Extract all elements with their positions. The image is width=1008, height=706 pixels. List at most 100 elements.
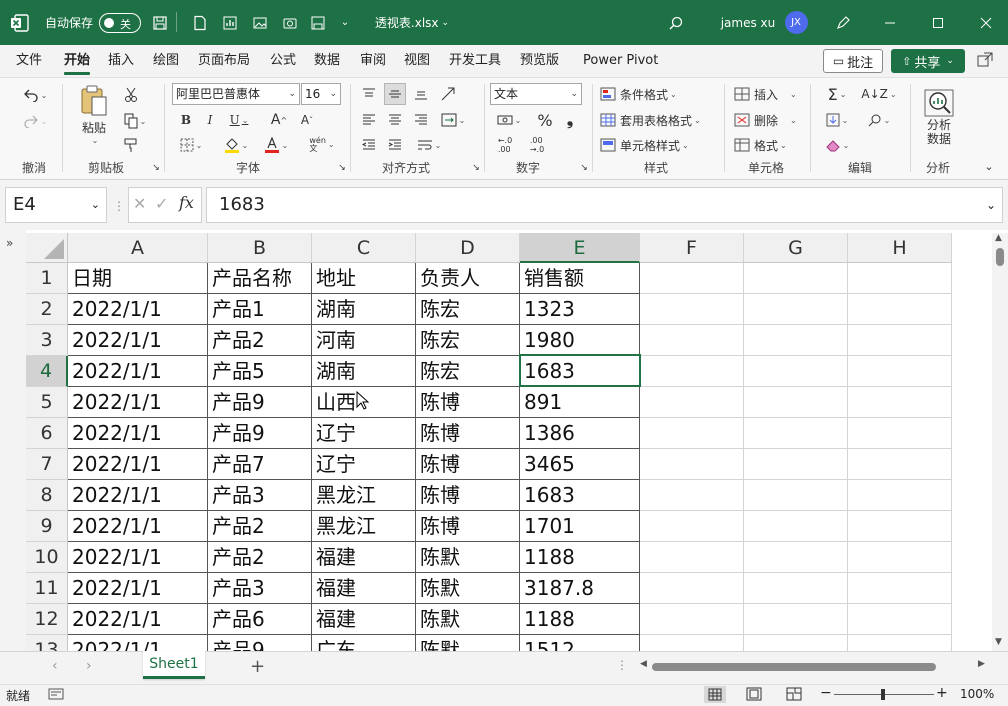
empty-cell[interactable] [744, 573, 848, 604]
empty-cell[interactable] [848, 635, 952, 651]
align-middle-icon[interactable] [384, 83, 406, 105]
delete-cells-button[interactable]: 删除 ⌄ [734, 109, 800, 131]
formula-input[interactable]: 1683 ⌄ [206, 187, 1003, 223]
table-cell[interactable]: 产品2 [208, 542, 312, 573]
table-cell[interactable]: 河南 [312, 325, 416, 356]
tab-page-layout[interactable]: 页面布局 [198, 45, 250, 77]
format-painter-icon[interactable] [120, 134, 142, 156]
table-cell[interactable]: 陈博 [416, 387, 520, 418]
empty-cell[interactable] [640, 604, 744, 635]
table-format-button[interactable]: 套用表格格式 ⌄ [600, 109, 718, 131]
table-cell[interactable]: 1386 [520, 418, 640, 449]
empty-cell[interactable] [640, 294, 744, 325]
column-header-g[interactable]: G [744, 233, 848, 263]
horizontal-scrollbar[interactable]: ◀ ▶ [636, 659, 992, 675]
table-cell[interactable]: 2022/1/1 [68, 325, 208, 356]
empty-cell[interactable] [744, 480, 848, 511]
empty-cell[interactable] [640, 480, 744, 511]
table-cell[interactable]: 3465 [520, 449, 640, 480]
table-cell[interactable]: 1512 [520, 635, 640, 651]
empty-cell[interactable] [848, 573, 952, 604]
column-header-c[interactable]: C [312, 233, 416, 263]
empty-cell[interactable] [848, 263, 952, 294]
table-cell[interactable]: 产品6 [208, 604, 312, 635]
table-cell[interactable]: 湖南 [312, 356, 416, 387]
undo-button[interactable]: ⌄ [18, 84, 52, 106]
fill-down-icon[interactable]: ⌄ [820, 109, 854, 131]
empty-cell[interactable] [848, 480, 952, 511]
cell-style-button[interactable]: 单元格样式 ⌄ [600, 134, 710, 156]
number-format-select[interactable]: 文本 ⌄ [490, 83, 582, 105]
find-select-icon[interactable]: ⌄ [862, 109, 896, 131]
decrease-decimal-icon[interactable]: .00 →.0 [524, 134, 550, 156]
empty-cell[interactable] [640, 542, 744, 573]
tab-home[interactable]: 开始 [64, 45, 91, 77]
table-cell[interactable]: 陈默 [416, 542, 520, 573]
table-cell[interactable]: 产品名称 [208, 263, 312, 294]
row-header[interactable]: 12 [26, 604, 68, 635]
tab-file[interactable]: 文件 [16, 45, 42, 77]
empty-cell[interactable] [744, 604, 848, 635]
expand-panel-icon[interactable]: » [6, 236, 13, 250]
sort-filter-icon[interactable]: A↓Z ⌄ [861, 83, 896, 105]
empty-cell[interactable] [744, 635, 848, 651]
row-header[interactable]: 8 [26, 480, 68, 511]
accessibility-icon[interactable] [48, 687, 64, 704]
font-name-select[interactable]: 阿里巴巴普惠体 ⌄ [172, 83, 300, 105]
table-cell[interactable]: 1323 [520, 294, 640, 325]
tab-preview[interactable]: 预览版 [520, 45, 559, 77]
empty-cell[interactable] [744, 542, 848, 573]
copy-icon[interactable]: ⌄ [118, 110, 152, 132]
empty-cell[interactable] [744, 263, 848, 294]
column-header-e[interactable]: E [520, 233, 640, 263]
zoom-slider-thumb[interactable] [881, 689, 885, 700]
dialog-launcher-icon[interactable]: ↘ [578, 162, 590, 174]
table-cell[interactable]: 产品2 [208, 511, 312, 542]
expand-formula-icon[interactable]: ⌄ [986, 188, 996, 222]
empty-cell[interactable] [640, 263, 744, 294]
empty-cell[interactable] [640, 573, 744, 604]
table-cell[interactable]: 负责人 [416, 263, 520, 294]
table-cell[interactable]: 2022/1/1 [68, 418, 208, 449]
table-cell[interactable]: 2022/1/1 [68, 604, 208, 635]
align-right-icon[interactable] [410, 109, 432, 131]
table-cell[interactable]: 福建 [312, 542, 416, 573]
tab-developer[interactable]: 开发工具 [449, 45, 501, 77]
tab-review[interactable]: 审阅 [360, 45, 386, 77]
row-header[interactable]: 11 [26, 573, 68, 604]
page-layout-view-icon[interactable] [746, 687, 762, 704]
scroll-right-icon[interactable]: ▶ [978, 659, 985, 669]
formula-bar-grip-icon[interactable]: ⋮ [113, 196, 125, 216]
empty-cell[interactable] [848, 418, 952, 449]
table-cell[interactable]: 2022/1/1 [68, 511, 208, 542]
table-cell[interactable]: 1188 [520, 542, 640, 573]
align-left-icon[interactable] [358, 109, 380, 131]
table-cell[interactable]: 2022/1/1 [68, 573, 208, 604]
table-cell[interactable]: 产品9 [208, 635, 312, 651]
align-center-icon[interactable] [384, 109, 406, 131]
tab-insert[interactable]: 插入 [108, 45, 134, 77]
dialog-launcher-icon[interactable]: ↘ [150, 162, 162, 174]
phonetic-icon[interactable]: wén 文 ⌄ [304, 134, 340, 156]
table-cell[interactable]: 1980 [520, 325, 640, 356]
column-header-f[interactable]: F [640, 233, 744, 263]
scroll-down-icon[interactable]: ▼ [995, 637, 1002, 647]
confirm-icon[interactable]: ✓ [155, 194, 168, 213]
empty-cell[interactable] [848, 604, 952, 635]
table-cell[interactable]: 陈宏 [416, 325, 520, 356]
empty-cell[interactable] [640, 635, 744, 651]
column-header-h[interactable]: H [848, 233, 952, 263]
align-top-icon[interactable] [358, 83, 380, 105]
add-sheet-button[interactable]: + [250, 656, 265, 677]
empty-cell[interactable] [848, 325, 952, 356]
name-box[interactable]: E4 ⌄ [5, 187, 107, 223]
clear-icon[interactable]: ⌄ [820, 134, 854, 156]
underline-button[interactable]: U ⌄ [224, 109, 254, 131]
table-cell[interactable]: 2022/1/1 [68, 449, 208, 480]
empty-cell[interactable] [640, 511, 744, 542]
table-cell[interactable]: 产品9 [208, 418, 312, 449]
empty-cell[interactable] [640, 325, 744, 356]
table-cell[interactable]: 2022/1/1 [68, 294, 208, 325]
tab-power-pivot[interactable]: Power Pivot [583, 45, 658, 77]
table-cell[interactable]: 1683 [520, 480, 640, 511]
